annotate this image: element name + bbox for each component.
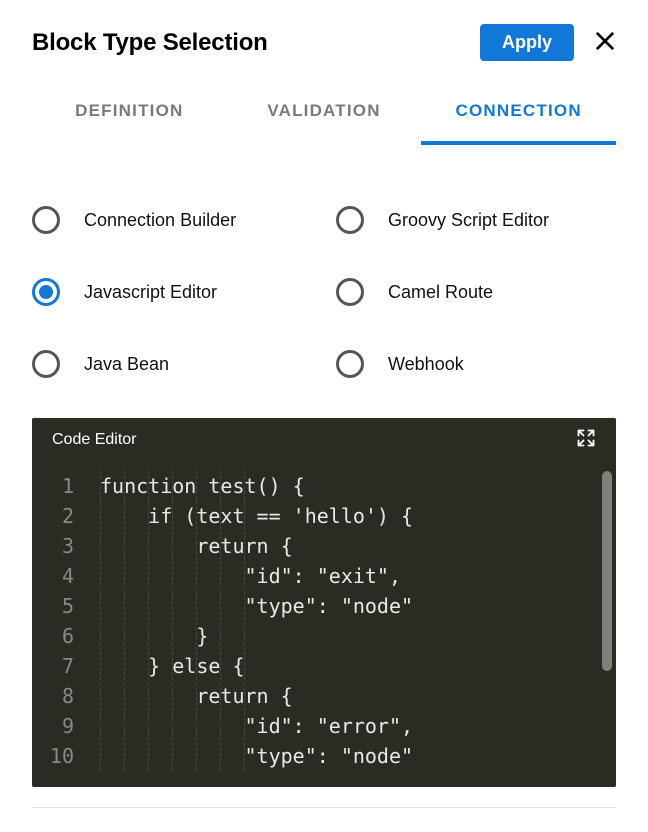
code-text: return {	[196, 534, 292, 558]
line-number: 2	[32, 501, 74, 531]
code-text: "type": "node"	[244, 744, 413, 768]
apply-button[interactable]: Apply	[480, 24, 574, 61]
radio-icon	[32, 206, 60, 234]
code-text: return {	[196, 684, 292, 708]
code-text: }	[196, 624, 208, 648]
radio-icon	[32, 350, 60, 378]
code-editor-panel: Code Editor 1 2 3 4 5 6 7 8 9	[32, 418, 616, 787]
code-text: function test() {	[100, 474, 305, 498]
code-line[interactable]: } else {	[100, 651, 616, 681]
modal-header: Block Type Selection Apply	[32, 16, 616, 61]
code-line[interactable]: return {	[100, 531, 616, 561]
scrollbar-thumb[interactable]	[602, 471, 612, 671]
option-label: Groovy Script Editor	[388, 210, 549, 231]
code-text: } else {	[148, 654, 244, 678]
header-actions: Apply	[480, 24, 616, 61]
code-line[interactable]: }	[100, 621, 616, 651]
code-text: "id": "error",	[244, 714, 413, 738]
option-camel-route[interactable]: Camel Route	[336, 278, 616, 306]
code-text: if (text == 'hello') {	[148, 504, 413, 528]
radio-icon	[32, 278, 60, 306]
line-number: 9	[32, 711, 74, 741]
code-line[interactable]: if (text == 'hello') {	[100, 501, 616, 531]
code-editor[interactable]: 1 2 3 4 5 6 7 8 9 10	[32, 461, 616, 787]
block-type-selection-modal: Block Type Selection Apply DEFINITION VA…	[0, 0, 648, 832]
code-line[interactable]: "type": "node"	[100, 741, 616, 771]
line-number: 10	[32, 741, 74, 771]
tab-definition[interactable]: DEFINITION	[32, 101, 227, 145]
tab-connection[interactable]: CONNECTION	[421, 101, 616, 145]
close-icon	[594, 30, 616, 52]
line-number: 4	[32, 561, 74, 591]
code-area[interactable]: function test() { if (text == 'hello') {…	[88, 471, 616, 771]
line-gutter: 1 2 3 4 5 6 7 8 9 10	[32, 471, 88, 771]
code-line[interactable]: function test() {	[100, 471, 616, 501]
code-text: "id": "exit",	[244, 564, 401, 588]
line-number: 8	[32, 681, 74, 711]
option-label: Java Bean	[84, 354, 169, 375]
code-line[interactable]: "id": "error",	[100, 711, 616, 741]
tab-validation[interactable]: VALIDATION	[227, 101, 422, 145]
option-webhook[interactable]: Webhook	[336, 350, 616, 378]
modal-title: Block Type Selection	[32, 29, 268, 57]
line-number: 6	[32, 621, 74, 651]
code-line[interactable]: return {	[100, 681, 616, 711]
option-javascript-editor[interactable]: Javascript Editor	[32, 278, 312, 306]
close-button[interactable]	[594, 30, 616, 55]
option-label: Camel Route	[388, 282, 493, 303]
code-line[interactable]: "type": "node"	[100, 591, 616, 621]
divider	[32, 807, 616, 808]
radio-icon	[336, 206, 364, 234]
radio-icon	[336, 278, 364, 306]
option-label: Javascript Editor	[84, 282, 217, 303]
line-number: 7	[32, 651, 74, 681]
radio-icon	[336, 350, 364, 378]
tab-bar: DEFINITION VALIDATION CONNECTION	[32, 101, 616, 146]
line-number: 3	[32, 531, 74, 561]
option-connection-builder[interactable]: Connection Builder	[32, 206, 312, 234]
option-label: Connection Builder	[84, 210, 236, 231]
option-label: Webhook	[388, 354, 464, 375]
block-type-options: Connection Builder Groovy Script Editor …	[32, 206, 616, 378]
code-editor-title: Code Editor	[52, 431, 137, 449]
expand-button[interactable]	[576, 428, 596, 451]
line-number: 1	[32, 471, 74, 501]
code-editor-header: Code Editor	[32, 418, 616, 461]
code-text: "type": "node"	[244, 594, 413, 618]
option-java-bean[interactable]: Java Bean	[32, 350, 312, 378]
line-number: 5	[32, 591, 74, 621]
expand-icon	[576, 428, 596, 448]
code-line[interactable]: "id": "exit",	[100, 561, 616, 591]
option-groovy-script-editor[interactable]: Groovy Script Editor	[336, 206, 616, 234]
